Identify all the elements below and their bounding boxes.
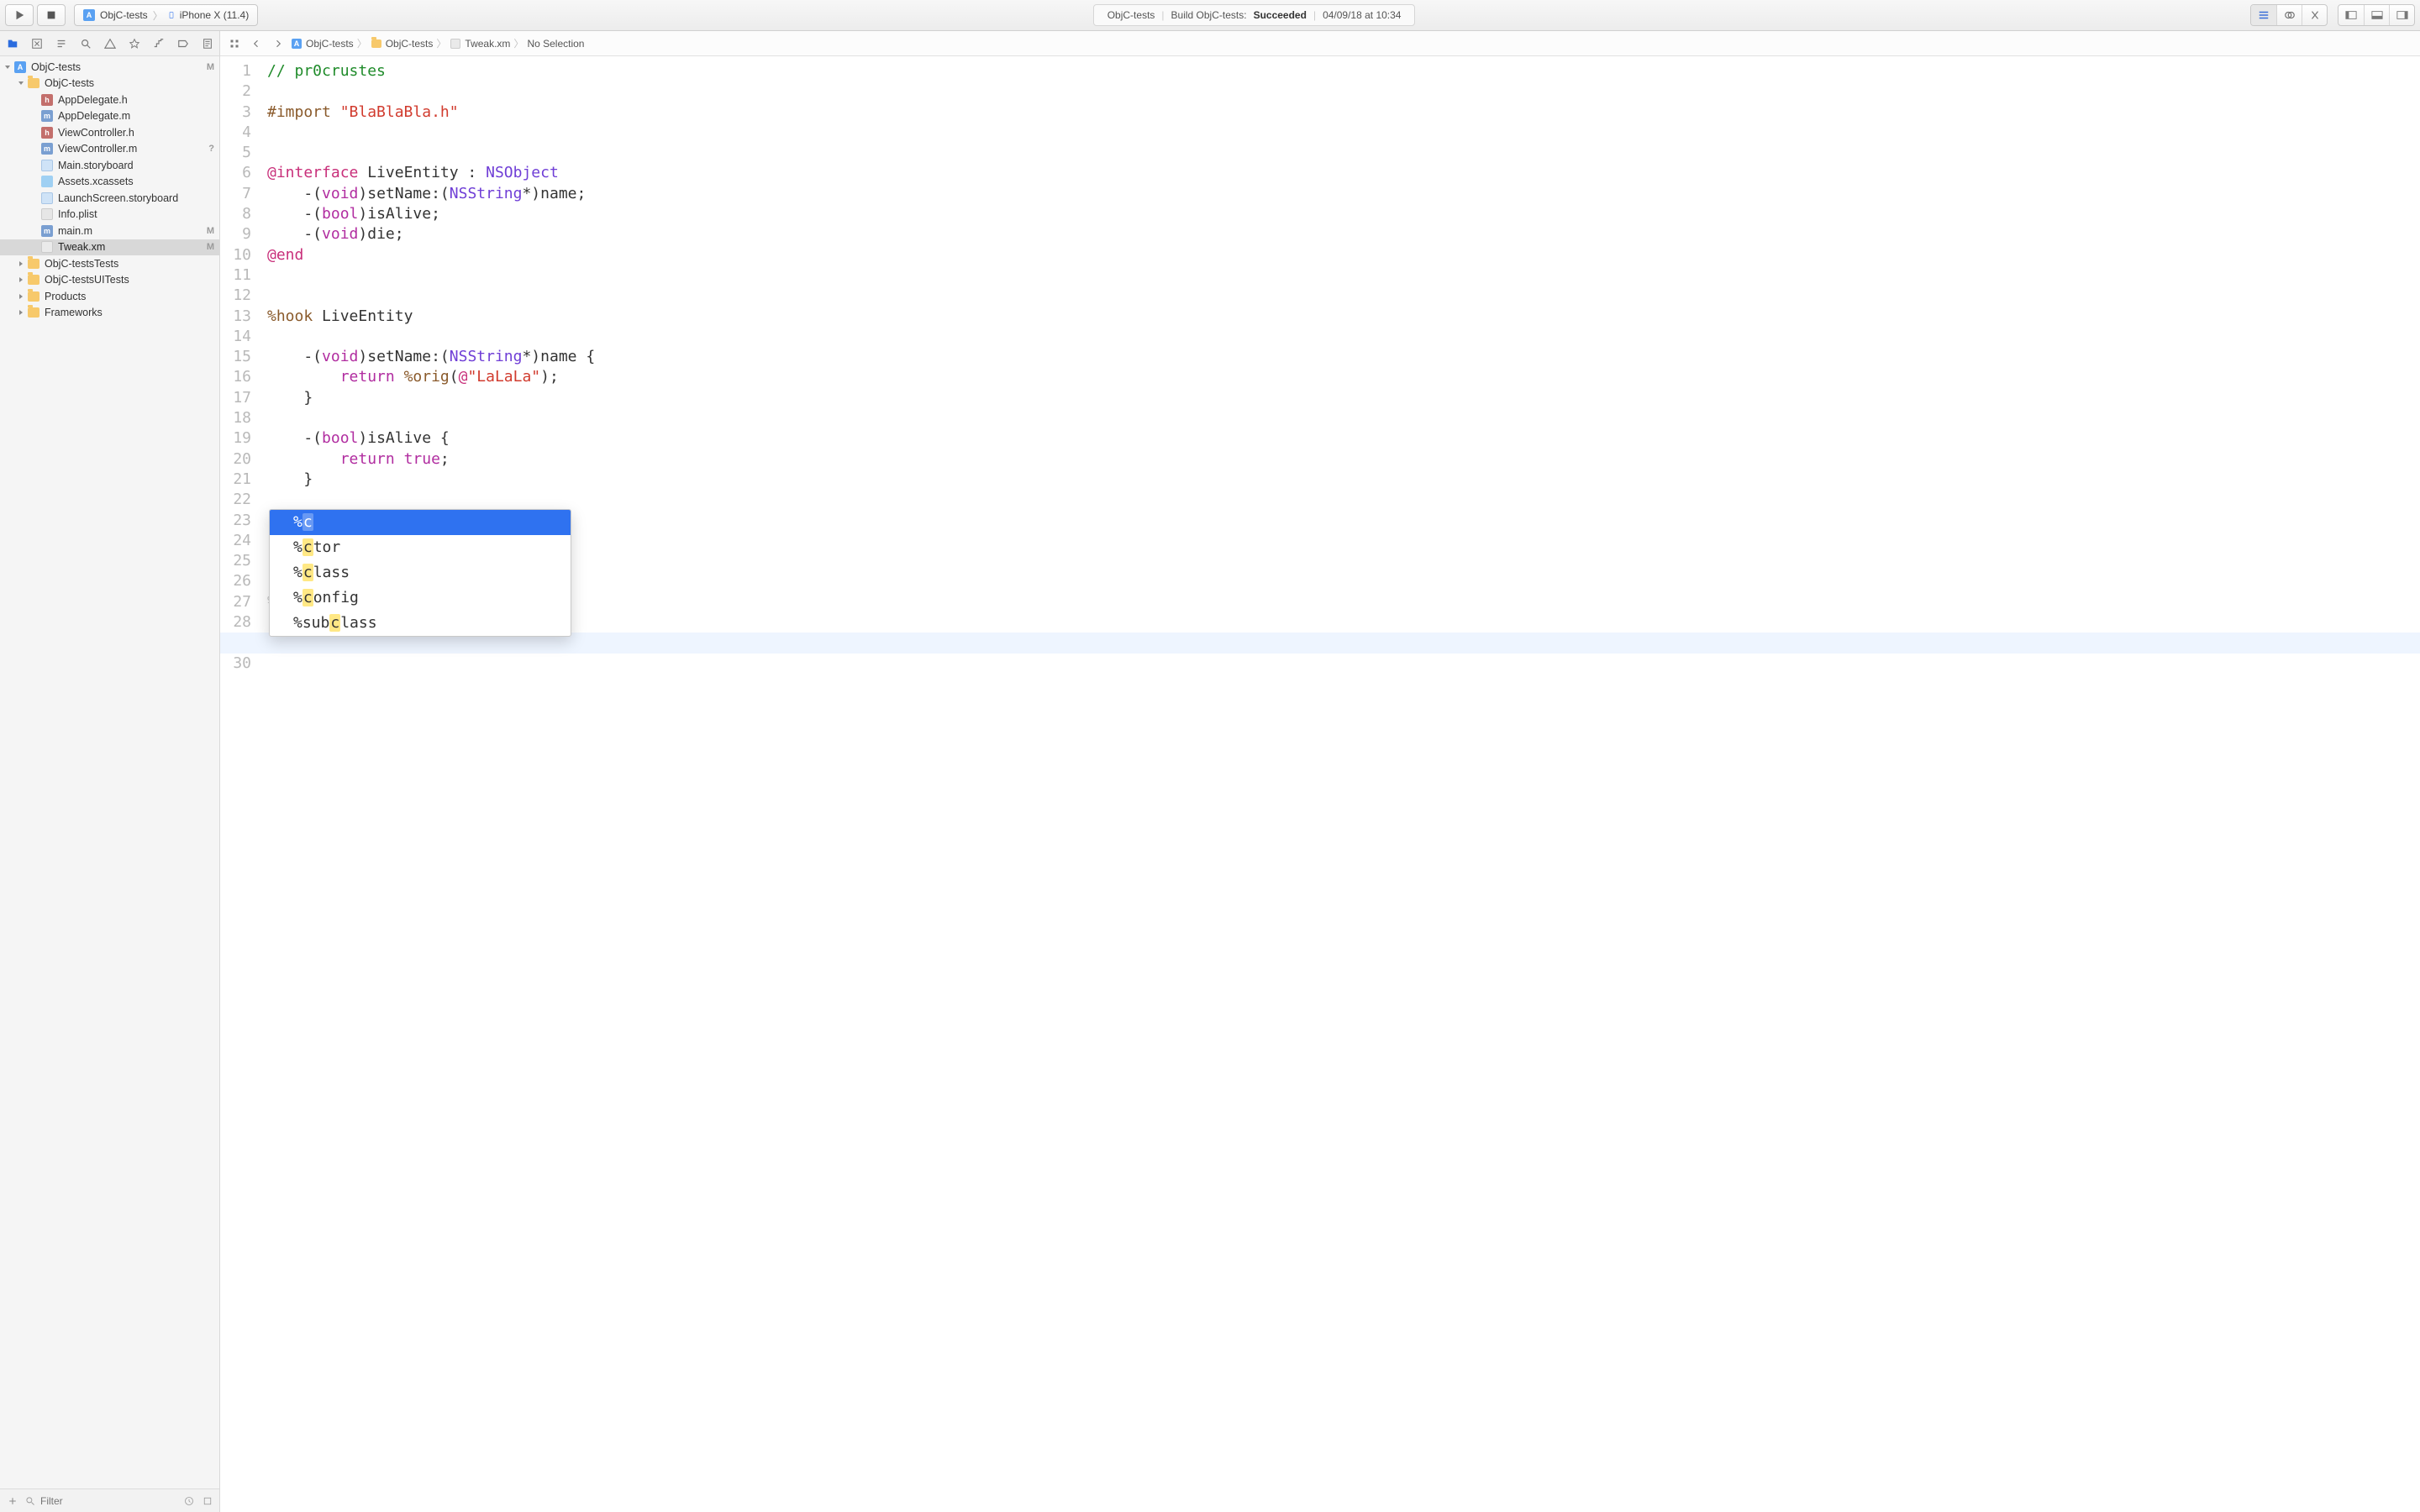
forward-button[interactable] bbox=[269, 34, 287, 53]
tree-group[interactable]: Products bbox=[0, 288, 219, 305]
tree-file[interactable]: LaunchScreen.storyboard bbox=[0, 190, 219, 207]
autocomplete-item[interactable]: %config bbox=[270, 585, 571, 611]
toggle-debug-button[interactable] bbox=[2364, 5, 2389, 25]
tree-file[interactable]: Assets.xcassets bbox=[0, 174, 219, 191]
scm-filter-button[interactable] bbox=[201, 1494, 214, 1508]
project-tree[interactable]: ObjC-testsMObjC-testshAppDelegate.hmAppD… bbox=[0, 56, 219, 1488]
tree-file[interactable]: Info.plist bbox=[0, 207, 219, 223]
related-items-button[interactable] bbox=[225, 34, 244, 53]
toggle-inspector-button[interactable] bbox=[2389, 5, 2414, 25]
editor: ObjC-tests〉ObjC-tests〉Tweak.xm〉No Select… bbox=[220, 31, 2420, 1512]
assistant-editor-button[interactable] bbox=[2276, 5, 2302, 25]
tree-file[interactable]: hViewController.h bbox=[0, 124, 219, 141]
device-icon bbox=[168, 12, 175, 18]
filter-input[interactable] bbox=[40, 1493, 177, 1509]
crumb-segment[interactable]: ObjC-tests bbox=[306, 38, 354, 50]
toggle-navigator-button[interactable] bbox=[2338, 5, 2364, 25]
activity-view: ObjC-tests | Build ObjC-tests: Succeeded… bbox=[1093, 4, 1416, 26]
autocomplete-item[interactable]: %c bbox=[270, 510, 571, 535]
activity-status: Succeeded bbox=[1254, 9, 1307, 21]
symbol-navigator-tab[interactable] bbox=[52, 34, 71, 53]
tree-group[interactable]: ObjC-testsUITests bbox=[0, 272, 219, 289]
find-navigator-tab[interactable] bbox=[76, 34, 95, 53]
test-navigator-tab[interactable] bbox=[125, 34, 144, 53]
autocomplete-popup[interactable]: %c%ctor%class%config%subclass bbox=[269, 509, 571, 637]
report-navigator-tab[interactable] bbox=[198, 34, 217, 53]
stop-button[interactable] bbox=[37, 4, 66, 26]
navigator: ObjC-testsMObjC-testshAppDelegate.hmAppD… bbox=[0, 31, 220, 1512]
navigator-bottom-bar bbox=[0, 1488, 219, 1512]
crumb-segment[interactable]: Tweak.xm bbox=[465, 38, 510, 50]
tree-group[interactable]: ObjC-testsTests bbox=[0, 255, 219, 272]
run-button[interactable] bbox=[5, 4, 34, 26]
recent-filter-button[interactable] bbox=[182, 1494, 196, 1508]
project-navigator-tab[interactable] bbox=[3, 34, 22, 53]
code-text[interactable]: // pr0crustes #import "BlaBlaBla.h" @int… bbox=[260, 56, 2420, 1512]
breakpoint-navigator-tab[interactable] bbox=[174, 34, 192, 53]
jump-bar[interactable]: ObjC-tests〉ObjC-tests〉Tweak.xm〉No Select… bbox=[220, 31, 2420, 56]
debug-navigator-tab[interactable] bbox=[150, 34, 168, 53]
activity-project: ObjC-tests bbox=[1107, 9, 1155, 21]
crumb-segment[interactable]: No Selection bbox=[527, 38, 584, 50]
tree-file[interactable]: mAppDelegate.m bbox=[0, 108, 219, 125]
toolbar: ObjC-tests 〉 iPhone X (11.4) ObjC-tests … bbox=[0, 0, 2420, 31]
scheme-project: ObjC-tests bbox=[100, 9, 148, 21]
editor-mode-group bbox=[2250, 4, 2328, 26]
activity-prefix: Build ObjC-tests: bbox=[1171, 9, 1247, 21]
autocomplete-item[interactable]: %class bbox=[270, 560, 571, 585]
scheme-selector[interactable]: ObjC-tests 〉 iPhone X (11.4) bbox=[74, 4, 258, 26]
scheme-device: iPhone X (11.4) bbox=[180, 9, 250, 21]
tree-file[interactable]: Main.storyboard bbox=[0, 157, 219, 174]
source-control-navigator-tab[interactable] bbox=[28, 34, 46, 53]
tree-group[interactable]: Frameworks bbox=[0, 305, 219, 322]
code-area[interactable]: 1234567891011121314151617181920212223242… bbox=[220, 56, 2420, 1512]
issue-navigator-tab[interactable] bbox=[101, 34, 119, 53]
filter-icon bbox=[25, 1496, 35, 1506]
add-button[interactable] bbox=[5, 1494, 20, 1509]
autocomplete-item[interactable]: %subclass bbox=[270, 611, 571, 636]
tree-file[interactable]: Tweak.xmM bbox=[0, 239, 219, 256]
autocomplete-item[interactable]: %ctor bbox=[270, 535, 571, 560]
back-button[interactable] bbox=[247, 34, 266, 53]
scheme-app-icon bbox=[83, 9, 95, 21]
crumb-segment[interactable]: ObjC-tests bbox=[386, 38, 434, 50]
tree-project-root[interactable]: ObjC-testsM bbox=[0, 59, 219, 76]
line-gutter: 1234567891011121314151617181920212223242… bbox=[220, 56, 260, 1512]
version-editor-button[interactable] bbox=[2302, 5, 2327, 25]
activity-timestamp: 04/09/18 at 10:34 bbox=[1323, 9, 1401, 21]
standard-editor-button[interactable] bbox=[2251, 5, 2276, 25]
navigator-tabs bbox=[0, 31, 219, 56]
tree-group[interactable]: ObjC-tests bbox=[0, 76, 219, 92]
tree-file[interactable]: mmain.mM bbox=[0, 223, 219, 239]
tree-file[interactable]: mViewController.m? bbox=[0, 141, 219, 158]
tree-file[interactable]: hAppDelegate.h bbox=[0, 92, 219, 108]
main-area: ObjC-testsMObjC-testshAppDelegate.hmAppD… bbox=[0, 31, 2420, 1512]
breadcrumb[interactable]: ObjC-tests〉ObjC-tests〉Tweak.xm〉No Select… bbox=[291, 36, 584, 50]
panel-toggle-group bbox=[2338, 4, 2415, 26]
